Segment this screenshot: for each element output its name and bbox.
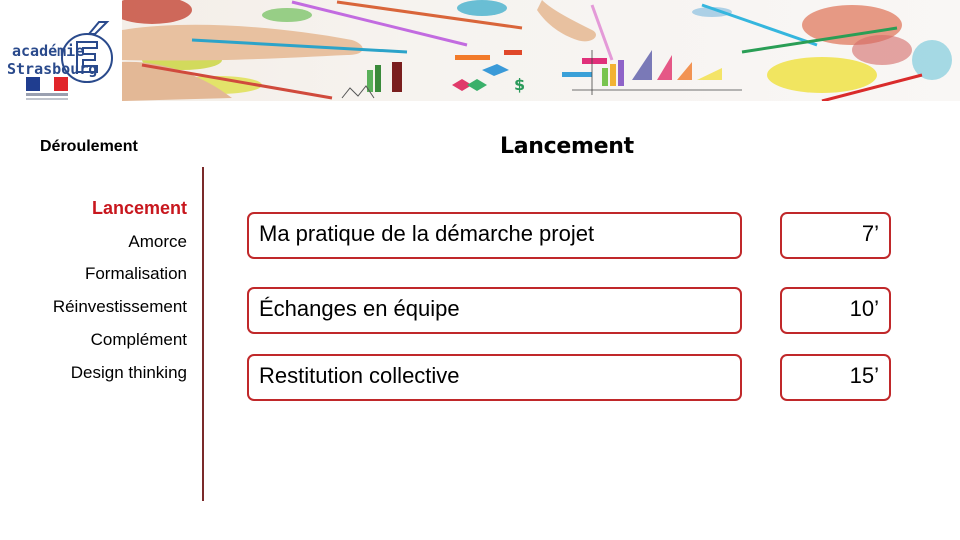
sketch-area <box>697 68 722 80</box>
sketch-bar <box>375 65 381 92</box>
sketch-label <box>562 72 592 77</box>
sketch-shape <box>467 79 487 91</box>
sketch-label <box>455 55 490 60</box>
republique-francaise-flag-icon <box>26 77 68 91</box>
sketch-bar <box>392 62 402 92</box>
step-box: Échanges en équipe <box>247 287 742 334</box>
step-label: Ma pratique de la démarche projet <box>259 221 595 246</box>
page-title: Lancement <box>500 134 634 159</box>
step-duration: 15’ <box>849 363 879 388</box>
paint-splash <box>767 57 877 93</box>
sidebar-item-design-thinking[interactable]: Design thinking <box>71 363 187 383</box>
sidebar-item-amorce[interactable]: Amorce <box>128 232 187 252</box>
sketch-bar <box>618 60 624 86</box>
academie-strasbourg-logo: académie Strasbourg <box>4 14 116 106</box>
step-box: Ma pratique de la démarche projet <box>247 212 742 259</box>
sketch-bar <box>610 64 616 86</box>
duration-box: 15’ <box>780 354 891 401</box>
sketch-area <box>632 50 652 80</box>
step-box: Restitution collective <box>247 354 742 401</box>
paint-splash <box>912 40 952 80</box>
duration-box: 10’ <box>780 287 891 334</box>
paint-splash <box>122 0 192 24</box>
sketch-label <box>504 50 522 55</box>
dollar-sketch: $ <box>514 75 525 94</box>
step-label: Restitution collective <box>259 363 460 388</box>
hand <box>537 0 597 42</box>
step-duration: 7’ <box>861 221 879 246</box>
paint-splash <box>457 0 507 16</box>
step-duration: 10’ <box>849 296 879 321</box>
header-banner-image: $ <box>122 0 960 101</box>
sidebar-item-formalisation[interactable]: Formalisation <box>85 264 187 284</box>
vertical-divider <box>202 167 204 501</box>
step-label: Échanges en équipe <box>259 296 460 321</box>
pencil <box>701 3 818 47</box>
sidebar-item-reinvestissement[interactable]: Réinvestissement <box>53 297 187 317</box>
duration-box: 7’ <box>780 212 891 259</box>
sketch-area <box>657 55 672 80</box>
paint-splash <box>262 8 312 22</box>
sidebar-item-lancement[interactable]: Lancement <box>92 198 187 219</box>
sidebar-item-complement[interactable]: Complément <box>91 330 187 350</box>
sidebar-heading: Déroulement <box>40 138 138 155</box>
sketch-shape <box>482 64 509 76</box>
logo-caption <box>26 98 68 100</box>
paint-splash <box>852 35 912 65</box>
accent-e-icon <box>61 21 113 83</box>
sketch-area <box>677 62 692 80</box>
sketch-label <box>582 58 607 64</box>
logo-caption <box>26 93 68 96</box>
sketch-bar <box>602 68 608 86</box>
